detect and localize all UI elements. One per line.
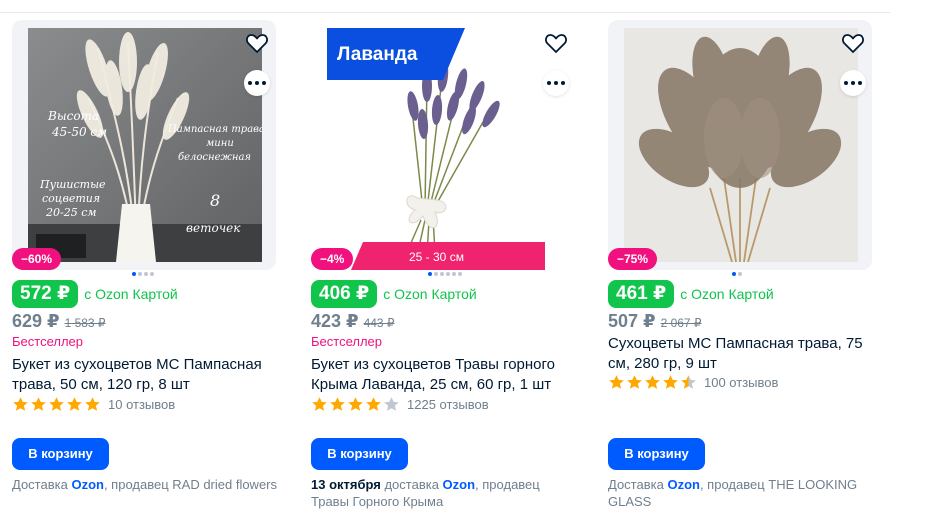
image-pagination-dots bbox=[428, 272, 462, 276]
ozon-card-price: 572 ₽ bbox=[12, 280, 79, 308]
product-title[interactable]: Сухоцветы MC Пампасная трава, 75 см, 280… bbox=[608, 334, 878, 374]
delivery-date: 13 октября bbox=[311, 477, 381, 492]
delivery-info: 13 октября доставка Ozon, продавец Травы… bbox=[311, 476, 581, 510]
ozon-card-price: 461 ₽ bbox=[608, 280, 675, 308]
svg-text:20-25 см: 20-25 см bbox=[45, 206, 97, 219]
ozon-link[interactable]: Ozon bbox=[443, 477, 476, 492]
discount-badge: −75% bbox=[608, 248, 658, 270]
rating: 10 отзывов bbox=[12, 396, 175, 413]
product-title[interactable]: Букет из сухоцветов Травы горного Крыма … bbox=[311, 355, 581, 395]
ozon-card-label: с Ozon Картой bbox=[383, 286, 477, 302]
product-card-3[interactable]: −75% 461 ₽ с Ozon Картой 507 ₽ 2 067 ₽ С… bbox=[608, 20, 874, 518]
product-card-2[interactable]: Лаванда 25 - 30 см −4% 406 ₽ с Ozon Карт… bbox=[311, 20, 577, 518]
svg-text:25 - 30 см: 25 - 30 см bbox=[409, 250, 464, 264]
regular-price-row: 507 ₽ 2 067 ₽ bbox=[608, 311, 702, 332]
ozon-card-price-row: 461 ₽ с Ozon Картой bbox=[608, 280, 774, 308]
star-icon bbox=[366, 397, 381, 411]
star-icon bbox=[330, 397, 345, 411]
discount-badge: −4% bbox=[311, 248, 354, 270]
svg-text:45-50 см: 45-50 см bbox=[51, 125, 107, 139]
image-pagination-dots bbox=[732, 272, 742, 276]
svg-text:белоснежная: белоснежная bbox=[178, 152, 251, 163]
size-banner: 25 - 30 см bbox=[351, 242, 545, 270]
image-pagination-dots bbox=[132, 272, 154, 276]
reviews-link[interactable]: 100 отзывов bbox=[704, 375, 778, 390]
add-to-cart-button[interactable]: В корзину bbox=[311, 438, 408, 470]
rating: 1225 отзывов bbox=[311, 396, 489, 413]
old-price: 1 583 ₽ bbox=[64, 316, 106, 330]
svg-text:соцветия: соцветия bbox=[42, 192, 100, 205]
ozon-card-label: с Ozon Картой bbox=[84, 286, 178, 302]
product-title[interactable]: Букет из сухоцветов MC Пампасная трава, … bbox=[12, 355, 282, 395]
svg-text:Лаванда: Лаванда bbox=[337, 44, 418, 65]
product-image[interactable]: Высота 45-50 см Пампасная трава мини бел… bbox=[12, 20, 276, 270]
heart-icon[interactable] bbox=[840, 30, 866, 56]
delivery-info: Доставка Ozon, продавец RAD dried flower… bbox=[12, 476, 282, 493]
heart-icon[interactable] bbox=[543, 30, 569, 56]
seller-info: , продавец RAD dried flowers bbox=[103, 477, 278, 492]
star-icon bbox=[681, 375, 696, 389]
ozon-card-price-row: 572 ₽ с Ozon Картой bbox=[12, 280, 178, 308]
regular-price: 423 ₽ bbox=[311, 311, 359, 331]
svg-text:Пампасная трава: Пампасная трава bbox=[167, 124, 262, 135]
heart-icon[interactable] bbox=[244, 30, 270, 56]
svg-text:Высота: Высота bbox=[47, 109, 99, 123]
svg-text:мини: мини bbox=[206, 138, 234, 149]
ozon-link[interactable]: Ozon bbox=[667, 477, 700, 492]
pampas-beige-photo bbox=[624, 28, 858, 262]
regular-price: 507 ₽ bbox=[608, 311, 656, 331]
svg-text:веточек: веточек bbox=[186, 221, 241, 235]
pampas-white-photo: Высота 45-50 см Пампасная трава мини бел… bbox=[28, 28, 262, 262]
star-icon bbox=[31, 397, 46, 411]
regular-price: 629 ₽ bbox=[12, 311, 60, 331]
bestseller-label: Бестселлер bbox=[12, 334, 83, 349]
product-image[interactable]: Лаванда 25 - 30 см bbox=[311, 20, 575, 270]
old-price: 2 067 ₽ bbox=[660, 316, 702, 330]
old-price: 443 ₽ bbox=[363, 316, 395, 330]
star-icon bbox=[627, 375, 642, 389]
star-icon bbox=[348, 397, 363, 411]
regular-price-row: 629 ₽ 1 583 ₽ bbox=[12, 311, 106, 332]
star-icon bbox=[645, 375, 660, 389]
delivery-prefix: Доставка bbox=[608, 477, 668, 492]
delivery-prefix: Доставка bbox=[12, 477, 72, 492]
add-to-cart-button[interactable]: В корзину bbox=[608, 438, 705, 470]
discount-badge: −60% bbox=[12, 248, 62, 270]
star-icon bbox=[384, 397, 399, 411]
star-icon bbox=[67, 397, 82, 411]
delivery-info: Доставка Ozon, продавец THE LOOKING GLAS… bbox=[608, 476, 878, 510]
lavender-tag-banner: Лаванда bbox=[327, 28, 465, 80]
regular-price-row: 423 ₽ 443 ₽ bbox=[311, 311, 395, 332]
top-divider bbox=[0, 12, 890, 13]
ozon-card-label: с Ozon Картой bbox=[680, 286, 774, 302]
reviews-link[interactable]: 10 отзывов bbox=[108, 397, 175, 412]
more-options-icon[interactable] bbox=[543, 70, 569, 96]
star-icon bbox=[663, 375, 678, 389]
svg-text:8: 8 bbox=[210, 191, 220, 210]
star-icon bbox=[312, 397, 327, 411]
add-to-cart-button[interactable]: В корзину bbox=[12, 438, 109, 470]
star-icon bbox=[85, 397, 100, 411]
delivery-prefix: доставка bbox=[380, 477, 443, 492]
star-icon bbox=[13, 397, 28, 411]
product-card-1[interactable]: Высота 45-50 см Пампасная трава мини бел… bbox=[12, 20, 278, 518]
star-icon bbox=[49, 397, 64, 411]
bestseller-label: Бестселлер bbox=[311, 334, 382, 349]
star-icon bbox=[609, 375, 624, 389]
rating: 100 отзывов bbox=[608, 374, 778, 391]
ozon-card-price: 406 ₽ bbox=[311, 280, 378, 308]
more-options-icon[interactable] bbox=[244, 70, 270, 96]
ozon-card-price-row: 406 ₽ с Ozon Картой bbox=[311, 280, 477, 308]
reviews-link[interactable]: 1225 отзывов bbox=[407, 397, 489, 412]
product-image[interactable] bbox=[608, 20, 872, 270]
ozon-link[interactable]: Ozon bbox=[71, 477, 104, 492]
svg-text:Пушистые: Пушистые bbox=[39, 178, 106, 191]
more-options-icon[interactable] bbox=[840, 70, 866, 96]
